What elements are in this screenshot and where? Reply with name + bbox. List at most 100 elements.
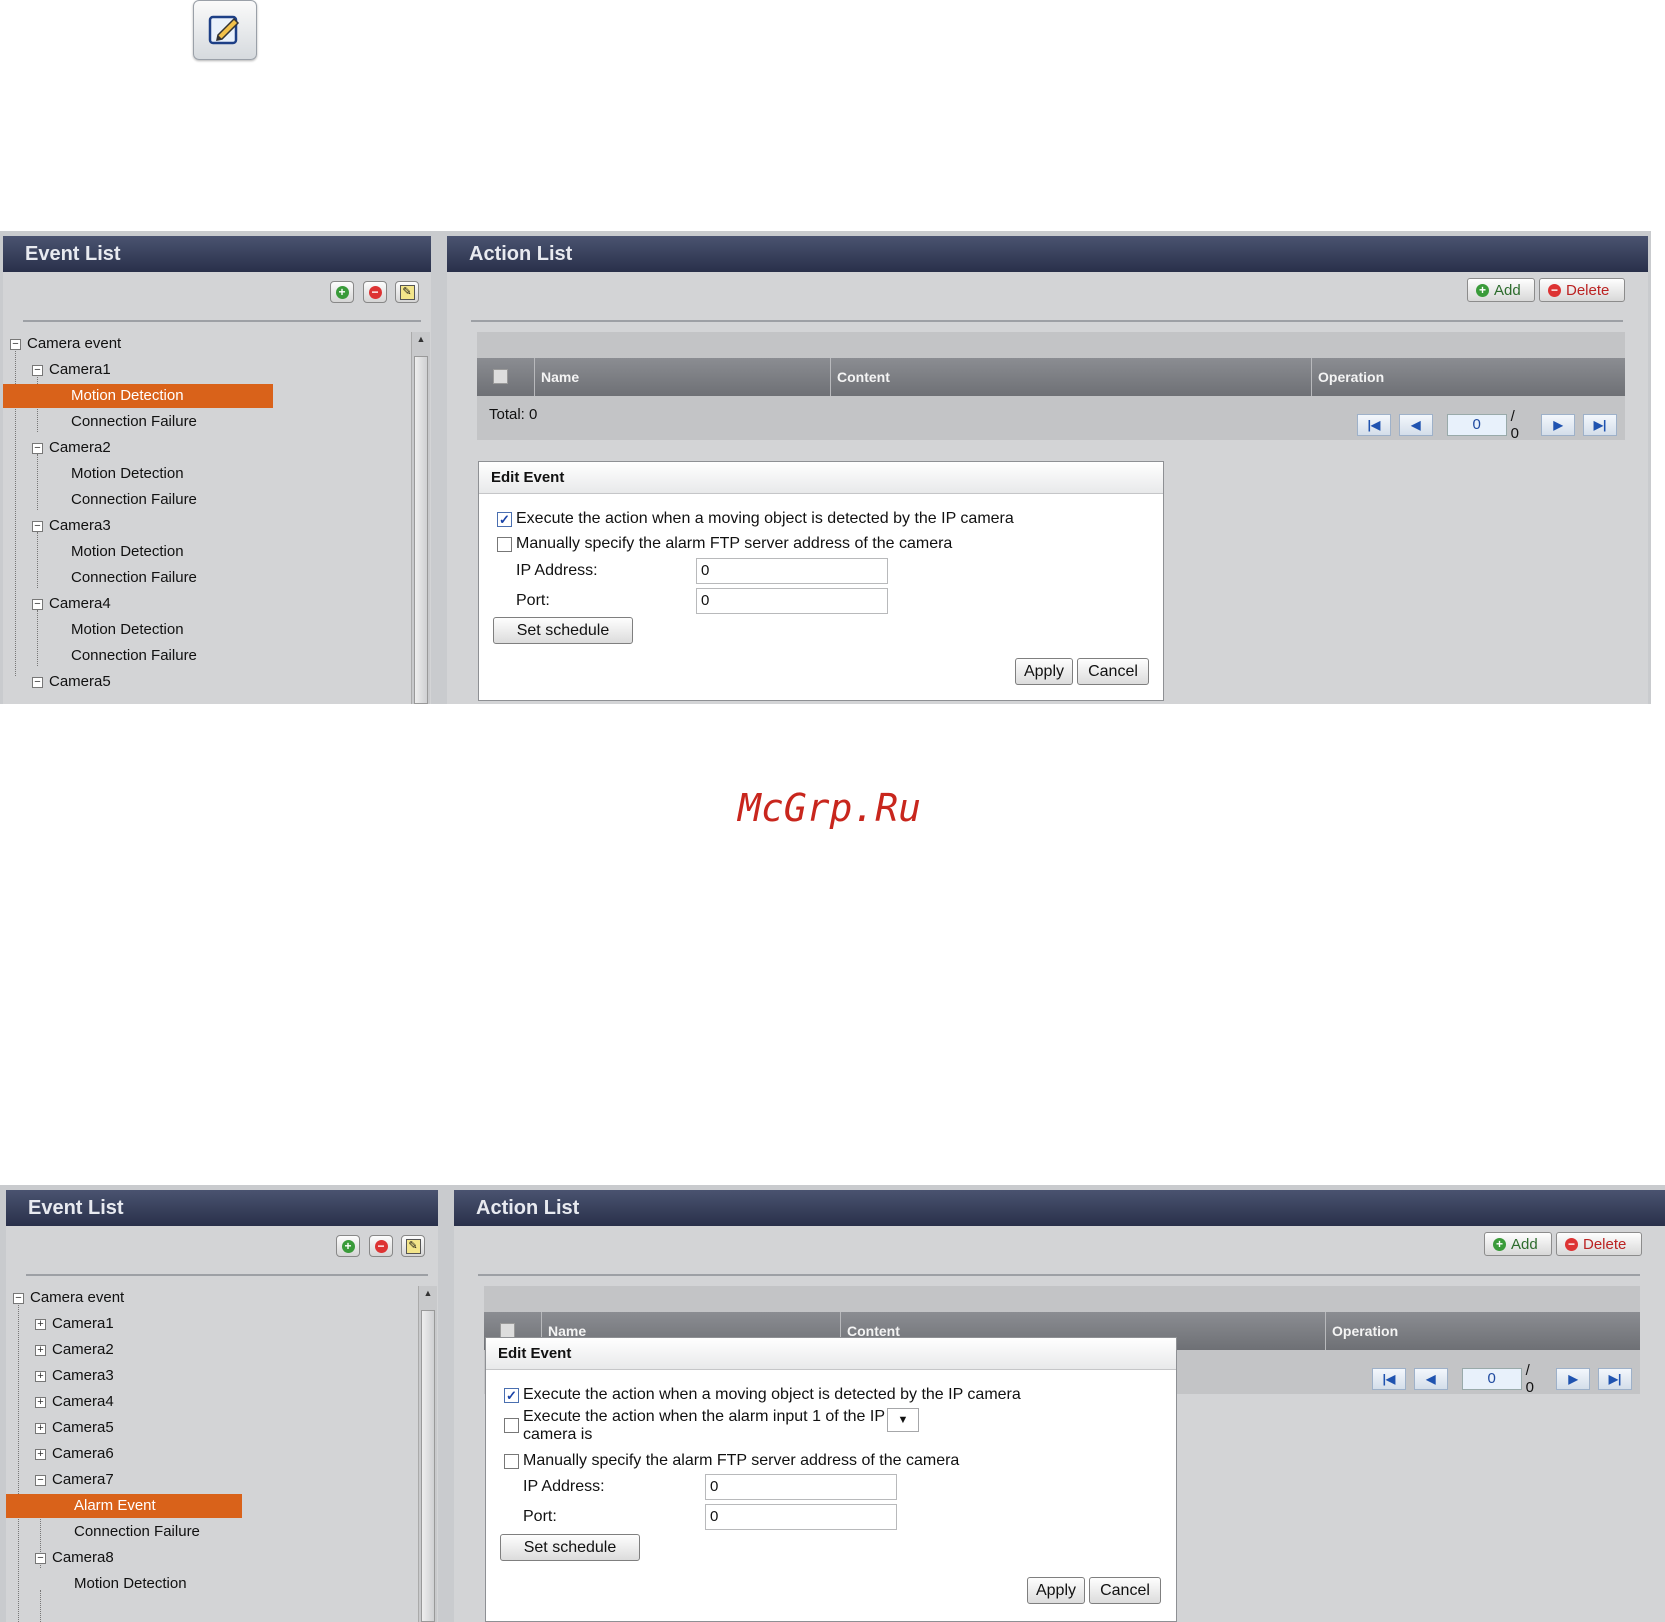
column-operation[interactable]: Operation [1326, 1312, 1640, 1350]
first-page-icon[interactable]: |◀ [1372, 1368, 1406, 1390]
tree-item-camera3[interactable]: Camera3 [52, 1364, 114, 1388]
event-tree: − Camera event + Camera1 + Camera2 + Cam… [6, 1286, 438, 1622]
tree-item-camera1[interactable]: Camera1 [52, 1312, 114, 1336]
tree-item-camera4[interactable]: Camera4 [49, 592, 111, 616]
tree-item-camera-event[interactable]: Camera event [30, 1286, 124, 1310]
collapse-icon[interactable]: − [32, 677, 43, 688]
collapse-icon[interactable]: − [32, 365, 43, 376]
page-input[interactable]: 0 [1461, 1368, 1522, 1390]
tree-item-camera2[interactable]: Camera2 [49, 436, 111, 460]
tree-item-camera1[interactable]: Camera1 [49, 358, 111, 382]
collapse-icon[interactable]: − [35, 1553, 46, 1564]
set-schedule-button[interactable]: Set schedule [500, 1534, 640, 1561]
tree-item-camera8[interactable]: Camera8 [52, 1546, 114, 1570]
scroll-thumb[interactable] [414, 356, 428, 704]
ftp-checkbox[interactable] [504, 1454, 519, 1469]
tree-item-camera6[interactable]: Camera6 [52, 1442, 114, 1466]
tree-item-connection-failure[interactable]: Connection Failure [71, 410, 197, 434]
last-page-icon[interactable]: ▶| [1598, 1368, 1632, 1390]
option-ftp[interactable]: Manually specify the alarm FTP server ad… [497, 535, 952, 553]
tree-item-motion-detection[interactable]: Motion Detection [71, 462, 184, 486]
select-all-checkbox[interactable] [500, 1323, 515, 1338]
select-all-checkbox-cell[interactable] [477, 358, 535, 396]
set-schedule-button[interactable]: Set schedule [493, 617, 633, 644]
last-page-icon[interactable]: ▶| [1583, 414, 1617, 436]
scroll-thumb[interactable] [421, 1310, 435, 1622]
edit-event-button[interactable]: ✎ [395, 281, 419, 303]
dialog-title: Edit Event [486, 1338, 1176, 1370]
add-event-button[interactable]: + [336, 1235, 360, 1257]
apply-button[interactable]: Apply [1015, 658, 1073, 685]
option-motion[interactable]: ✓ Execute the action when a moving objec… [497, 510, 1014, 528]
column-operation[interactable]: Operation [1312, 358, 1625, 396]
port-field[interactable]: 0 [696, 588, 888, 614]
first-page-icon[interactable]: |◀ [1357, 414, 1391, 436]
collapse-icon[interactable]: − [35, 1475, 46, 1486]
tree-item-motion-detection[interactable]: Motion Detection [74, 1572, 187, 1596]
scroll-up-icon[interactable]: ▲ [421, 1288, 435, 1302]
expand-icon[interactable]: + [35, 1371, 46, 1382]
tree-item-camera5[interactable]: Camera5 [49, 670, 111, 694]
ip-address-field[interactable]: 0 [696, 558, 888, 584]
expand-icon[interactable]: + [35, 1397, 46, 1408]
option-ftp[interactable]: Manually specify the alarm FTP server ad… [504, 1452, 959, 1470]
collapse-icon[interactable]: − [10, 339, 21, 350]
column-content[interactable]: Content [831, 358, 1312, 396]
prev-page-icon[interactable]: ◀ [1398, 414, 1433, 436]
page-total: / 0 [1525, 1362, 1534, 1396]
edit-event-button[interactable]: ✎ [401, 1235, 425, 1257]
tree-item-camera2[interactable]: Camera2 [52, 1338, 114, 1362]
apply-button[interactable]: Apply [1027, 1577, 1085, 1604]
action-toolbar: + Add − Delete [454, 1226, 1665, 1266]
column-name[interactable]: Name [535, 358, 831, 396]
prev-page-icon[interactable]: ◀ [1413, 1368, 1448, 1390]
next-page-icon[interactable]: ▶ [1556, 1368, 1591, 1390]
tree-item-motion-detection[interactable]: Motion Detection [71, 618, 184, 642]
alarm-state-dropdown[interactable]: ▼ [887, 1408, 919, 1432]
collapse-icon[interactable]: − [32, 443, 43, 454]
pencil-icon: ✎ [399, 284, 415, 300]
tree-scrollbar[interactable]: ▲ [418, 1286, 437, 1622]
tree-item-motion-detection-selected[interactable]: Motion Detection [3, 384, 273, 408]
next-page-icon[interactable]: ▶ [1541, 414, 1576, 436]
cancel-button[interactable]: Cancel [1077, 658, 1149, 685]
delete-action-button[interactable]: − Delete [1556, 1232, 1642, 1256]
tree-item-connection-failure[interactable]: Connection Failure [71, 488, 197, 512]
option-alarm-input[interactable]: Execute the action when the alarm input … [504, 1408, 919, 1444]
cancel-button[interactable]: Cancel [1089, 1577, 1161, 1604]
select-all-checkbox[interactable] [493, 369, 508, 384]
add-action-button[interactable]: + Add [1484, 1232, 1552, 1256]
expand-icon[interactable]: + [35, 1449, 46, 1460]
tree-item-camera5[interactable]: Camera5 [52, 1416, 114, 1440]
option-motion[interactable]: ✓ Execute the action when a moving objec… [504, 1386, 1021, 1404]
collapse-icon[interactable]: − [13, 1293, 24, 1304]
ftp-checkbox[interactable] [497, 537, 512, 552]
tree-item-alarm-event-selected[interactable]: Alarm Event [6, 1494, 242, 1518]
tree-item-motion-detection[interactable]: Motion Detection [71, 540, 184, 564]
expand-icon[interactable]: + [35, 1423, 46, 1434]
scroll-up-icon[interactable]: ▲ [414, 334, 428, 348]
expand-icon[interactable]: + [35, 1319, 46, 1330]
delete-event-button[interactable]: − [363, 281, 387, 303]
motion-checkbox[interactable]: ✓ [504, 1388, 519, 1403]
tree-item-camera7[interactable]: Camera7 [52, 1468, 114, 1492]
alarm-input-checkbox[interactable] [504, 1418, 519, 1433]
collapse-icon[interactable]: − [32, 521, 43, 532]
ip-address-field[interactable]: 0 [705, 1474, 897, 1500]
delete-action-button[interactable]: − Delete [1539, 278, 1625, 302]
collapse-icon[interactable]: − [32, 599, 43, 610]
tree-item-connection-failure[interactable]: Connection Failure [74, 1520, 200, 1544]
expand-icon[interactable]: + [35, 1345, 46, 1356]
page-input[interactable]: 0 [1446, 414, 1507, 436]
tree-item-camera-event[interactable]: Camera event [27, 332, 121, 356]
add-action-button[interactable]: + Add [1467, 278, 1535, 302]
tree-item-camera4[interactable]: Camera4 [52, 1390, 114, 1414]
add-event-button[interactable]: + [330, 281, 354, 303]
delete-event-button[interactable]: − [369, 1235, 393, 1257]
tree-item-connection-failure[interactable]: Connection Failure [71, 644, 197, 668]
tree-scrollbar[interactable]: ▲ [411, 332, 430, 704]
tree-item-connection-failure[interactable]: Connection Failure [71, 566, 197, 590]
motion-checkbox[interactable]: ✓ [497, 512, 512, 527]
tree-item-camera3[interactable]: Camera3 [49, 514, 111, 538]
port-field[interactable]: 0 [705, 1504, 897, 1530]
